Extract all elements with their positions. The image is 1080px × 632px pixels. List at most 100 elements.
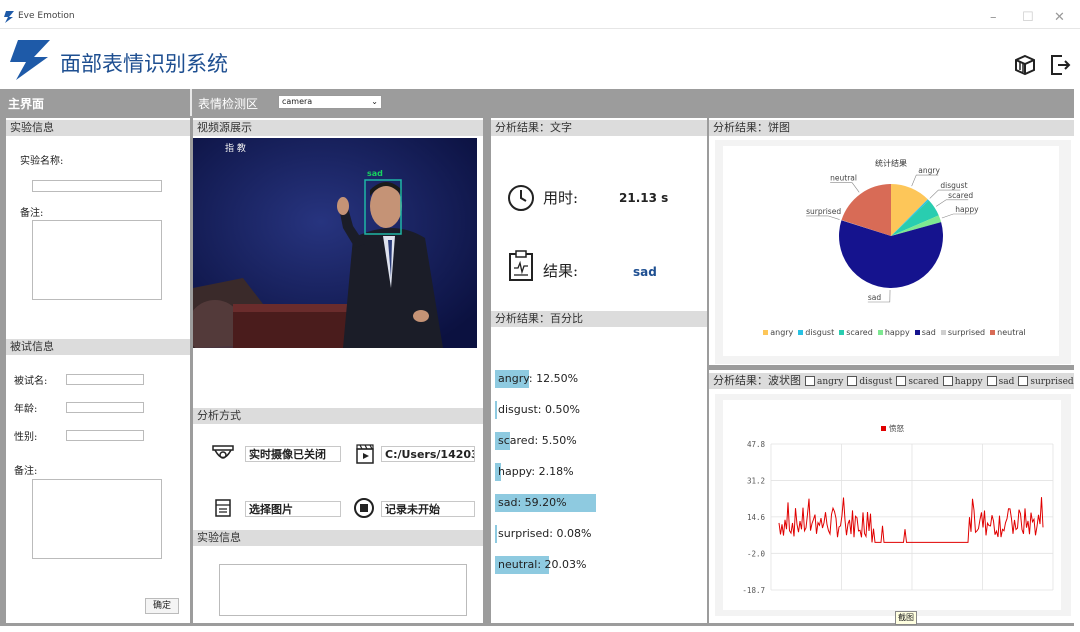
window-titlebar: Eve Emotion – ☐ ✕ bbox=[0, 6, 1080, 29]
pie-legend-item: sad bbox=[914, 328, 936, 337]
pie-chart-area: 统计结果 angry disgust scared happy sad surprised… bbox=[715, 140, 1071, 364]
pie-slice-label: surprised bbox=[806, 207, 841, 216]
app-logo-large-icon bbox=[10, 40, 50, 80]
experiment-name-input[interactable] bbox=[32, 180, 162, 192]
camera-toggle-button[interactable]: 实时摄像已关闭 bbox=[245, 446, 341, 462]
checkbox-sad[interactable] bbox=[986, 376, 997, 386]
percent-bar-label: scared: 5.50% bbox=[498, 434, 577, 447]
pie-legend-label: happy bbox=[884, 328, 910, 337]
wave-checks: angry disgust scared happy sad surprised bbox=[801, 374, 1074, 387]
video-head: 视频源展示 bbox=[193, 120, 483, 136]
select-image-button[interactable]: 选择图片 bbox=[245, 501, 341, 517]
percent-bar-label: sad: 59.20% bbox=[498, 496, 567, 509]
percent-bar-label: angry: 12.50% bbox=[498, 372, 579, 385]
cube-icon[interactable] bbox=[1014, 54, 1036, 76]
percent-item: scared: 5.50% bbox=[495, 432, 705, 450]
wave-chart-canvas: 47.8 31.2 14.6 -2.0 -18.7 愤怒 bbox=[723, 400, 1061, 610]
percent-bar-label: disgust: 0.50% bbox=[498, 403, 580, 416]
legend-swatch bbox=[877, 330, 883, 335]
record-button[interactable]: 记录未开始 bbox=[381, 501, 475, 517]
face-emotion-label: sad bbox=[367, 169, 383, 178]
percent-item: happy: 2.18% bbox=[495, 463, 705, 481]
checkbox-disgust[interactable] bbox=[847, 376, 858, 386]
video-path-button[interactable]: C:/Users/14203/ bbox=[381, 446, 475, 462]
close-button[interactable]: ✕ bbox=[1054, 10, 1065, 25]
exit-icon[interactable] bbox=[1048, 53, 1072, 77]
subject-name-label: 被试名: bbox=[14, 376, 48, 387]
pie-panel: 分析结果：饼图 统计结果 angry disgust scared happy sad s… bbox=[709, 118, 1074, 365]
experiment-name-label: 实验名称: bbox=[20, 156, 64, 167]
subject-age-input[interactable] bbox=[66, 402, 144, 413]
pie-chart: angrydisgustscared happy sad surprised neutr… bbox=[806, 166, 979, 303]
nav-main[interactable]: 主界面 bbox=[8, 95, 44, 112]
subject-gender-input[interactable] bbox=[66, 430, 144, 441]
pie-legend: angry disgust scared happy sad surprised neutr… bbox=[747, 328, 1047, 337]
nav-divider bbox=[190, 89, 192, 116]
legend-swatch bbox=[839, 330, 845, 335]
checkbox-label-surprised: surprised bbox=[1030, 377, 1074, 387]
pie-label-line bbox=[941, 213, 976, 219]
result-value: sad bbox=[633, 265, 657, 279]
pie-label-line bbox=[830, 182, 860, 193]
experiment-head: 实验信息 bbox=[6, 120, 190, 136]
nav-bar bbox=[0, 89, 1074, 116]
analysis-panel: 分析结果：文字 用时: 21.13 s 结果: sad 分析结果：百分比 ang… bbox=[491, 118, 707, 623]
pie-legend-label: surprised bbox=[947, 328, 986, 337]
pie-label-line bbox=[806, 215, 840, 220]
pie-slice-label: happy bbox=[955, 205, 979, 214]
percent-item: neutral: 20.03% bbox=[495, 556, 705, 574]
percent-item: sad: 59.20% bbox=[495, 494, 705, 512]
video-file-icon bbox=[356, 444, 374, 464]
experiment-note-textarea[interactable] bbox=[32, 220, 162, 300]
legend-swatch bbox=[763, 330, 769, 335]
checkbox-label-angry: angry bbox=[817, 377, 844, 387]
pie-legend-label: disgust bbox=[805, 328, 835, 337]
screenshot-button[interactable]: 截图 bbox=[895, 611, 917, 625]
maximize-button[interactable]: ☐ bbox=[1022, 10, 1034, 25]
legend-swatch bbox=[798, 330, 804, 335]
y-tick-label: -18.7 bbox=[742, 586, 765, 595]
wave-chart: 47.8 31.2 14.6 -2.0 -18.7 愤怒 bbox=[742, 423, 1054, 595]
record-icon bbox=[354, 498, 374, 518]
checkbox-scared[interactable] bbox=[896, 376, 907, 386]
chevron-down-icon: ⌄ bbox=[371, 97, 378, 106]
percent-bar-label: happy: 2.18% bbox=[498, 465, 574, 478]
minimize-button[interactable]: – bbox=[990, 10, 997, 25]
pie-legend-item: angry bbox=[763, 328, 793, 337]
pie-legend-item: neutral bbox=[990, 328, 1026, 337]
text-result-head: 分析结果：文字 bbox=[491, 120, 707, 136]
subject-gender-label: 性别: bbox=[14, 432, 38, 443]
wave-series-line bbox=[778, 497, 1044, 543]
subject-age-label: 年龄: bbox=[14, 404, 38, 415]
time-label: 用时: bbox=[543, 189, 579, 207]
left-panel: 实验信息 实验名称: 备注: 被试信息 被试名: 年龄: 性别: 备注: 确定 bbox=[6, 118, 190, 623]
checkbox-angry[interactable] bbox=[805, 376, 815, 386]
confirm-button[interactable]: 确定 bbox=[145, 598, 179, 614]
wave-legend-label: 愤怒 bbox=[889, 423, 904, 433]
subject-note-textarea[interactable] bbox=[32, 479, 162, 559]
checkbox-happy[interactable] bbox=[942, 376, 953, 386]
source-select-value: camera bbox=[282, 97, 313, 106]
subject-note-label: 备注: bbox=[14, 466, 38, 477]
wave-chart-area: 47.8 31.2 14.6 -2.0 -18.7 愤怒 bbox=[715, 394, 1071, 616]
app-logo-icon bbox=[4, 11, 14, 23]
video-feed: sad 指 教 bbox=[193, 138, 477, 348]
wave-head-bar: 分析结果：波状图 angry disgust scared happy sad surpri… bbox=[709, 373, 1074, 389]
pie-slice-label: angry bbox=[918, 166, 940, 175]
legend-swatch bbox=[914, 330, 920, 335]
pie-legend-item: surprised bbox=[940, 328, 986, 337]
checkbox-surprised[interactable] bbox=[1018, 376, 1029, 386]
camera-icon bbox=[212, 445, 234, 459]
percent-item: disgust: 0.50% bbox=[495, 401, 705, 419]
subject-head: 被试信息 bbox=[6, 339, 190, 355]
source-select[interactable]: camera ⌄ bbox=[278, 95, 382, 109]
subject-name-input[interactable] bbox=[66, 374, 144, 385]
result-label: 结果: bbox=[543, 262, 579, 280]
pie-chart-canvas: 统计结果 angry disgust scared happy sad surprised… bbox=[723, 146, 1059, 356]
checkbox-label-disgust: disgust bbox=[859, 377, 893, 387]
video-panel: 视频源展示 sad 指 教 分析方式 实时摄像已关闭 C:/Users/1420… bbox=[193, 118, 483, 623]
video-caption: 指 教 bbox=[225, 142, 246, 154]
percent-item: surprised: 0.08% bbox=[495, 525, 705, 543]
checkbox-label-scared: scared bbox=[908, 377, 939, 387]
exp-info2-textarea[interactable] bbox=[219, 564, 467, 616]
